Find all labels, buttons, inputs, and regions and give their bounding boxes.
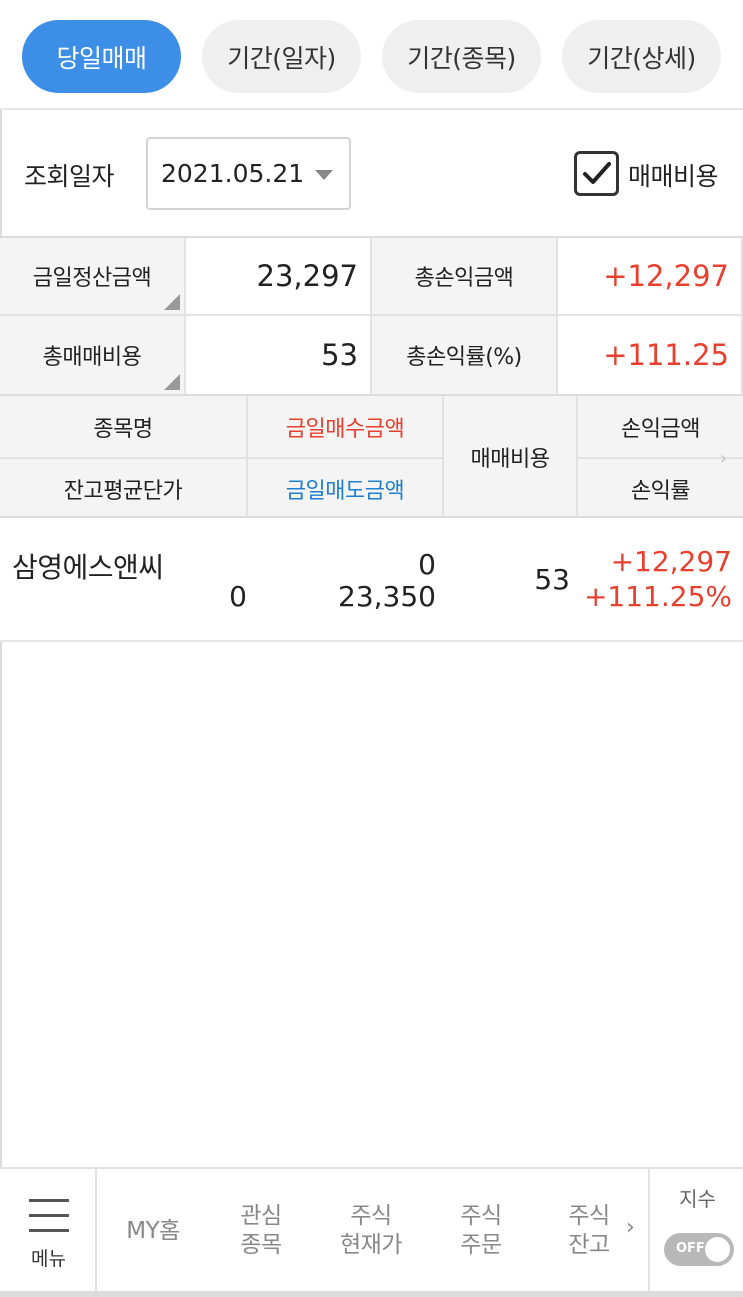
cost-checkbox[interactable] <box>574 151 619 196</box>
pnl-amount: +12,297 <box>610 545 732 578</box>
toggle-state: OFF <box>676 1241 705 1256</box>
nav-stock-price[interactable]: 주식 현재가 <box>313 1169 429 1293</box>
col-avg-price: 잔고평균단가 <box>0 457 248 518</box>
bottom-strip <box>0 1291 743 1297</box>
total-cost-value: 53 <box>186 316 372 396</box>
sell-amount: 23,350 <box>338 580 436 613</box>
bottom-nav: 메뉴 MY홈 관심 종목 주식 현재가 주식 주문 주식 잔고 › 지수 OFF <box>0 1167 743 1297</box>
checkmark-icon <box>583 162 611 184</box>
pnl-rate: +111.25% <box>583 580 732 613</box>
nav-stock-order[interactable]: 주식 주문 <box>429 1169 533 1293</box>
tab-period-stock[interactable]: 기간(종목) <box>382 20 541 93</box>
total-cost-label: 총매매비용 <box>42 345 142 370</box>
settle-amount-value: 23,297 <box>186 238 372 316</box>
corner-triangle-icon <box>164 374 180 390</box>
table-row[interactable]: 삼영에스앤씨 0 0 23,350 53 +12,297 +111.25% <box>0 518 743 642</box>
hamburger-icon <box>29 1199 69 1233</box>
date-value: 2021.05.21 <box>161 159 305 188</box>
nav-watchlist[interactable]: 관심 종목 <box>209 1169 313 1293</box>
buy-amount: 0 <box>418 548 436 581</box>
chevron-right-icon[interactable]: › <box>720 448 727 469</box>
stock-name: 삼영에스앤씨 <box>12 551 164 584</box>
total-cost-header[interactable]: 총매매비용 <box>0 316 186 396</box>
col-cost: 매매비용 <box>444 396 578 518</box>
tab-bar: 당일매매 기간(일자) 기간(종목) 기간(상세) <box>0 0 743 110</box>
total-rate-value: +111.25 <box>558 316 743 396</box>
tab-period-detail[interactable]: 기간(상세) <box>562 20 721 93</box>
total-pnl-value: +12,297 <box>558 238 743 316</box>
table-header[interactable]: 종목명 잔고평균단가 금일매수금액 금일매도금액 매매비용 손익금액 손익률 › <box>0 394 743 518</box>
toggle-knob <box>705 1237 730 1262</box>
corner-triangle-icon <box>164 294 180 310</box>
menu-label: 메뉴 <box>31 1248 66 1270</box>
cost-checkbox-label[interactable]: 매매비용 <box>628 157 719 193</box>
query-row: 조회일자 2021.05.21 매매비용 <box>0 112 743 236</box>
index-panel: 지수 OFF <box>648 1169 743 1293</box>
caret-down-icon <box>315 170 333 180</box>
tab-period-date[interactable]: 기간(일자) <box>202 20 361 93</box>
summary-grid: 금일정산금액 23,297 총손익금액 +12,297 총매매비용 53 총손익… <box>0 236 743 396</box>
avg-price: 0 <box>229 580 247 613</box>
nav-my-home[interactable]: MY홈 <box>97 1169 209 1293</box>
chevron-right-icon[interactable]: › <box>626 1215 635 1240</box>
total-rate-label: 총손익률(%) <box>372 316 558 396</box>
index-label: 지수 <box>679 1187 716 1211</box>
col-pnl: 손익금액 <box>621 416 700 442</box>
date-select[interactable]: 2021.05.21 <box>146 137 351 210</box>
tab-day-trade[interactable]: 당일매매 <box>22 20 181 93</box>
date-label: 조회일자 <box>24 162 115 191</box>
total-pnl-label: 총손익금액 <box>372 238 558 316</box>
menu-button[interactable]: 메뉴 <box>0 1169 97 1293</box>
col-buy-amount: 금일매수금액 <box>248 396 444 457</box>
trade-cost: 53 <box>534 563 570 596</box>
settle-amount-header[interactable]: 금일정산금액 <box>0 238 186 316</box>
settle-amount-label: 금일정산금액 <box>32 266 152 291</box>
col-name: 종목명 <box>0 396 248 457</box>
index-toggle[interactable]: OFF <box>664 1233 734 1266</box>
col-rate: 손익률 <box>578 457 743 518</box>
col-sell-amount: 금일매도금액 <box>248 457 444 518</box>
